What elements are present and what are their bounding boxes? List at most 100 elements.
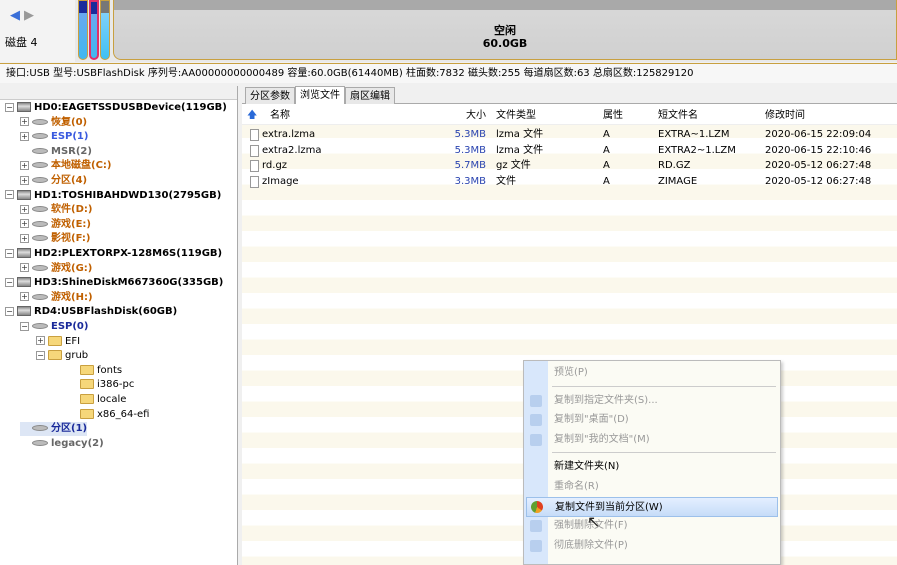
partition-icon xyxy=(32,439,48,446)
tree-node[interactable]: + 游戏(E:) xyxy=(20,218,91,232)
tree-node-label: HD3:ShineDiskM667360G(335GB) xyxy=(34,277,224,289)
tree-node[interactable]: − ESP(0) xyxy=(20,320,88,334)
expand-icon[interactable]: + xyxy=(20,175,29,185)
disk-info-bar: 接口:USB 型号:USBFlashDisk 序列号:AA00000000000… xyxy=(0,63,897,83)
cell-1: 5.3MB xyxy=(454,129,486,140)
column-0[interactable]: 名称 xyxy=(270,107,290,125)
menu-item[interactable]: 复制到指定文件夹(S)... xyxy=(524,391,780,411)
folder-icon xyxy=(48,335,62,346)
tree-node-label: 分区(1) xyxy=(51,423,88,435)
tree-node[interactable]: − HD2:PLEXTORPX-128M6S(119GB) xyxy=(5,247,222,261)
menu-item[interactable]: 新建文件夹(N) xyxy=(524,457,780,477)
folder-icon xyxy=(80,364,94,375)
tree-node[interactable]: − grub xyxy=(36,349,88,363)
menu-item-label: 新建文件夹(N) xyxy=(554,461,620,473)
column-4[interactable]: 短文件名 xyxy=(658,107,698,125)
tree-node[interactable]: + 分区(4) xyxy=(20,174,87,188)
tree-node-label: HD2:PLEXTORPX-128M6S(119GB) xyxy=(34,248,223,259)
tree-node[interactable]: + 影视(F:) xyxy=(20,232,90,246)
collapse-icon[interactable]: − xyxy=(5,248,14,258)
menu-item-label: 复制到"我的文档"(M) xyxy=(554,433,650,445)
expand-icon[interactable]: + xyxy=(20,233,29,243)
tree-node[interactable]: − HD3:ShineDiskM667360G(335GB) xyxy=(5,276,223,290)
column-3[interactable]: 属性 xyxy=(603,107,623,125)
collapse-icon[interactable]: − xyxy=(20,321,29,331)
tree-node-label: legacy(2) xyxy=(51,437,104,449)
tree-node[interactable]: + 本地磁盘(C:) xyxy=(20,159,111,173)
tree-node[interactable]: + ESP(1) xyxy=(20,130,88,144)
file-icon xyxy=(250,144,259,157)
menu-icon xyxy=(530,433,542,446)
menu-item[interactable]: 强制删除文件(F) xyxy=(524,516,780,536)
tree-node[interactable]: + 游戏(G:) xyxy=(20,262,92,276)
tree-node[interactable]: legacy(2) xyxy=(20,437,104,451)
partition-bar[interactable] xyxy=(100,0,110,60)
collapse-icon[interactable]: − xyxy=(5,306,14,316)
tree-node[interactable]: − HD0:EAGETSSDUSBDevice(119GB) xyxy=(5,101,227,115)
partition-bar-selected[interactable] xyxy=(89,0,99,60)
expand-icon[interactable]: + xyxy=(20,160,29,170)
arrow-left-icon[interactable]: ◀ xyxy=(10,8,20,23)
partition-icon xyxy=(32,235,48,242)
expand-icon[interactable]: + xyxy=(20,219,29,229)
cell-0: extra2.lzma xyxy=(262,144,322,156)
free-label: 空闲 xyxy=(494,24,516,37)
tree-node[interactable]: 分区(1) xyxy=(20,422,88,437)
cell-0: extra.lzma xyxy=(262,129,316,140)
free-size: 60.0GB xyxy=(482,37,528,50)
tree-node[interactable]: fonts xyxy=(68,364,122,378)
menu-item[interactable]: 彻底删除文件(P) xyxy=(524,536,780,556)
expand-icon[interactable]: + xyxy=(20,292,29,302)
expand-icon[interactable]: + xyxy=(20,131,29,141)
tree-node[interactable]: + EFI xyxy=(36,335,80,349)
expand-icon[interactable]: + xyxy=(36,336,45,346)
collapse-icon[interactable]: − xyxy=(5,190,14,200)
collapse-icon[interactable]: − xyxy=(5,102,14,112)
column-2[interactable]: 文件类型 xyxy=(496,107,536,125)
expand-icon[interactable]: + xyxy=(20,117,29,127)
tree-node[interactable]: − RD4:USBFlashDisk(60GB) xyxy=(5,305,177,319)
menu-icon xyxy=(530,520,542,533)
menu-item[interactable]: 复制到"桌面"(D) xyxy=(524,410,780,430)
tab-0[interactable]: 分区参数 xyxy=(245,87,295,104)
partition-icon xyxy=(32,162,48,169)
tree-node[interactable]: − HD1:TOSHIBAHDWD130(2795GB) xyxy=(5,189,221,203)
column-1[interactable]: 大小 xyxy=(422,107,486,125)
expand-icon[interactable]: + xyxy=(20,204,29,214)
menu-item[interactable]: 复制到"我的文档"(M) xyxy=(524,430,780,450)
disk-tree[interactable]: − HD0:EAGETSSDUSBDevice(119GB) + 恢复(0) + ESP(… xyxy=(0,86,238,565)
menu-item[interactable]: 预览(P) xyxy=(524,363,780,383)
tree-node[interactable]: + 恢复(0) xyxy=(20,116,87,130)
tree-node[interactable]: i386-pc xyxy=(68,378,134,392)
tree-node[interactable]: + 游戏(H:) xyxy=(20,291,93,305)
tree-node[interactable]: locale xyxy=(68,393,126,407)
tree-node-label: HD1:TOSHIBAHDWD130(2795GB) xyxy=(34,189,222,201)
partition-icon xyxy=(32,177,48,183)
partition-bar[interactable] xyxy=(78,0,88,60)
tree-node-label: x86_64-efi xyxy=(97,408,150,420)
tree-node[interactable]: MSR(2) xyxy=(20,145,92,159)
table-row[interactable]: extra2.lzma 5.3MB lzma 文件 A EXTRA2~1.LZM 2020… xyxy=(242,143,897,159)
tree-node-label: ESP(0) xyxy=(51,321,89,332)
tab-1[interactable]: 浏览文件 xyxy=(295,86,345,104)
tree-node[interactable]: + 软件(D:) xyxy=(20,203,92,217)
sort-up-icon[interactable]: 🡅 xyxy=(247,107,257,125)
table-row[interactable]: extra.lzma 5.3MB lzma 文件 A EXTRA~1.LZM 2020-0… xyxy=(242,127,897,143)
column-5[interactable]: 修改时间 xyxy=(765,107,805,125)
free-space-block[interactable]: 空闲 60.0GB xyxy=(113,0,897,60)
table-row[interactable]: zImage 3.3MB 文件 A ZIMAGE 2020-05-12 06:27:48 xyxy=(242,174,897,190)
menu-item[interactable]: 重命名(R) xyxy=(524,477,780,497)
collapse-icon[interactable]: − xyxy=(5,277,14,287)
tree-node-label: grub xyxy=(65,350,89,362)
table-row[interactable]: rd.gz 5.7MB gz 文件 A RD.GZ 2020-05-12 06:27:48 xyxy=(242,158,897,174)
collapse-icon[interactable]: − xyxy=(36,350,45,360)
menu-separator xyxy=(552,452,776,454)
tab-2[interactable]: 扇区编辑 xyxy=(345,87,395,104)
cell-4: EXTRA~1.LZM xyxy=(658,129,730,140)
menu-item-label: 复制文件到当前分区(W) xyxy=(555,501,663,513)
tree-node[interactable]: x86_64-efi xyxy=(68,408,149,422)
expand-icon[interactable]: + xyxy=(20,263,29,273)
tree-header xyxy=(0,86,237,100)
menu-item[interactable]: 复制文件到当前分区(W) xyxy=(526,496,778,517)
arrow-right-icon[interactable]: ▶ xyxy=(24,8,34,23)
